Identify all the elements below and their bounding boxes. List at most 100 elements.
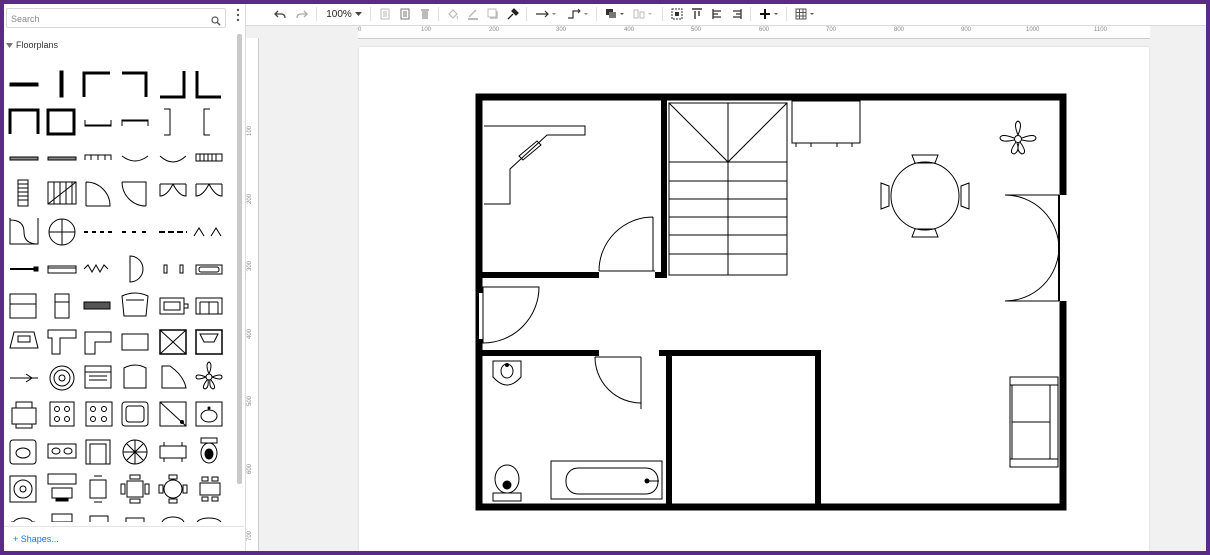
- shape-chair[interactable]: [121, 292, 149, 317]
- waypoints-icon[interactable]: [566, 6, 590, 22]
- format-painter-icon[interactable]: [506, 6, 520, 22]
- shape-table-6[interactable]: [199, 476, 221, 502]
- fit-icon[interactable]: [670, 6, 684, 22]
- interior-walls[interactable]: [479, 97, 821, 507]
- counter[interactable]: [791, 100, 861, 147]
- toilet[interactable]: [492, 464, 522, 502]
- shape-keyboard[interactable]: [83, 301, 111, 310]
- shape-oval-table[interactable]: [161, 516, 185, 522]
- shape-room[interactable]: [46, 108, 76, 136]
- fill-color-icon[interactable]: [446, 6, 460, 22]
- shape-door-single[interactable]: [85, 181, 111, 207]
- shape-stairs-spiral[interactable]: [122, 439, 148, 465]
- zoom-dropdown[interactable]: 100%: [324, 6, 364, 22]
- shape-door-revolving[interactable]: [9, 218, 39, 245]
- shape-wall-window[interactable]: [84, 120, 112, 127]
- shape-wall-horizontal[interactable]: [9, 82, 39, 87]
- shape-couch[interactable]: [195, 297, 223, 315]
- align-icon[interactable]: [632, 6, 656, 22]
- arrange-icon[interactable]: [604, 6, 628, 22]
- shape-door-double[interactable]: [195, 183, 223, 197]
- shape-wall-window[interactable]: [203, 108, 210, 136]
- shape-wall-corner[interactable]: [122, 71, 148, 97]
- more-vert-icon[interactable]: [234, 7, 242, 23]
- outer-walls[interactable]: [475, 93, 1067, 511]
- shape-wall-corner[interactable]: [160, 71, 186, 99]
- shape-window-sliding[interactable]: [47, 265, 77, 274]
- shape-wall-window[interactable]: [121, 119, 149, 126]
- shape-oval-table[interactable]: [10, 517, 36, 522]
- shape-plant[interactable]: [195, 361, 223, 390]
- shape-armchair-square[interactable]: [85, 439, 111, 465]
- shape-shower[interactable]: [159, 401, 187, 427]
- insert-icon[interactable]: [758, 6, 782, 22]
- shape-opening[interactable]: [121, 155, 149, 162]
- shape-round-table-4[interactable]: [158, 474, 188, 504]
- search-input[interactable]: [7, 10, 205, 28]
- connection-icon[interactable]: [534, 6, 558, 22]
- bathtub[interactable]: [550, 460, 663, 500]
- plant[interactable]: [999, 120, 1037, 155]
- shape-table-8[interactable]: [125, 517, 145, 522]
- shape-sink-double[interactable]: [47, 443, 77, 459]
- shape-wall-corner[interactable]: [195, 71, 221, 99]
- more-shapes-link[interactable]: + Shapes...: [13, 534, 59, 544]
- shape-bed-single[interactable]: [54, 293, 70, 319]
- shadow-icon[interactable]: [486, 6, 500, 22]
- shape-window[interactable]: [47, 156, 77, 161]
- shape-washer[interactable]: [9, 475, 37, 503]
- shape-piano[interactable]: [161, 365, 187, 389]
- desk-corner[interactable]: [484, 125, 586, 205]
- dining-table[interactable]: [880, 154, 970, 238]
- search-icon[interactable]: [211, 13, 221, 31]
- shape-stove[interactable]: [49, 401, 75, 427]
- shape-dimension[interactable]: [193, 227, 222, 237]
- shape-sink-double[interactable]: [121, 401, 149, 427]
- shape-printer[interactable]: [11, 401, 37, 429]
- table-icon[interactable]: [794, 6, 820, 22]
- shape-toilet[interactable]: [200, 437, 218, 464]
- shape-door-single[interactable]: [121, 181, 147, 207]
- diagram-canvas[interactable]: 0 100 200 300 400 500 600 700 800 900 10…: [246, 26, 1206, 551]
- shape-line[interactable]: [10, 266, 39, 272]
- shape-stairs-small[interactable]: [195, 153, 223, 162]
- door-bathroom[interactable]: [594, 356, 642, 409]
- shape-wall-window[interactable]: [164, 108, 171, 136]
- bathroom-sink[interactable]: [492, 360, 522, 386]
- align-top-icon[interactable]: [690, 6, 704, 22]
- shape-tv[interactable]: [121, 333, 149, 351]
- distribute-right-icon[interactable]: [730, 6, 744, 22]
- distribute-icon[interactable]: [710, 6, 724, 22]
- shape-opening[interactable]: [159, 155, 187, 163]
- line-color-icon[interactable]: [466, 6, 480, 22]
- category-floorplans[interactable]: Floorplans: [6, 40, 58, 50]
- shape-sofa[interactable]: [159, 297, 189, 315]
- shape-table-rect[interactable]: [159, 442, 187, 462]
- shape-desk-l[interactable]: [84, 331, 112, 355]
- delete-icon[interactable]: [418, 6, 432, 22]
- shape-stairs[interactable]: [17, 179, 29, 207]
- shape-wall-vertical[interactable]: [59, 70, 64, 98]
- shape-bed-double[interactable]: [9, 293, 37, 319]
- shape-railing[interactable]: [84, 154, 112, 160]
- shape-zigzag[interactable]: [83, 263, 109, 274]
- shape-fireplace[interactable]: [195, 329, 223, 355]
- shape-post[interactable]: [163, 264, 184, 274]
- door-bedroom[interactable]: [598, 216, 655, 272]
- staircase[interactable]: [668, 102, 788, 276]
- shape-desk-chair[interactable]: [51, 513, 73, 522]
- shape-stairs-spiral[interactable]: [47, 181, 77, 205]
- shape-room[interactable]: [8, 108, 40, 134]
- shape-stove[interactable]: [85, 401, 113, 427]
- shape-oval-table[interactable]: [196, 517, 222, 522]
- door-hallway[interactable]: [482, 286, 540, 344]
- shape-window[interactable]: [9, 156, 39, 161]
- shape-fixture[interactable]: [10, 373, 38, 383]
- shape-table-chairs[interactable]: [89, 475, 107, 503]
- shape-door-double[interactable]: [159, 183, 187, 197]
- sidebar-scrollbar[interactable]: [237, 34, 242, 484]
- diagram-page[interactable]: [359, 47, 1149, 551]
- shape-sink[interactable]: [195, 401, 223, 427]
- shape-table-4[interactable]: [120, 474, 150, 504]
- redo-icon[interactable]: [294, 6, 310, 22]
